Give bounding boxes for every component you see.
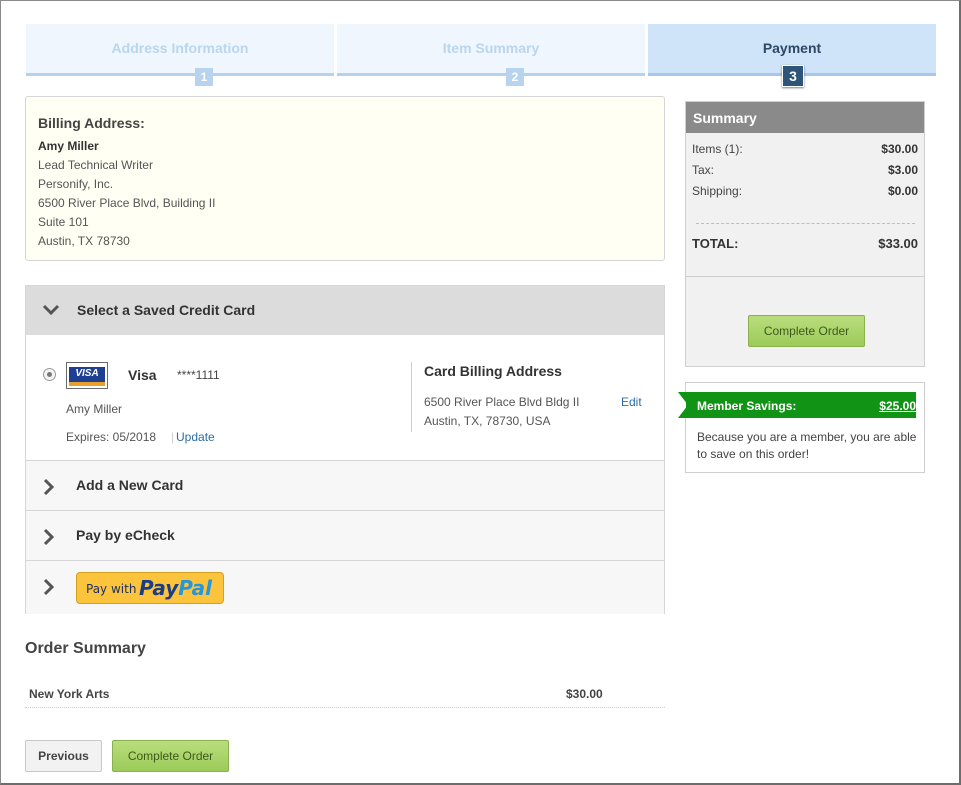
member-savings-label: Member Savings: [697,399,797,413]
step-number-2: 2 [506,68,524,86]
summary-items-label: Items (1): [692,142,743,156]
saved-card-header-label: Select a Saved Credit Card [77,302,256,318]
step-address-information[interactable]: Address Information [26,24,334,76]
saved-card-item: VISA Visa ****1111 Amy Miller Expires: 0… [26,335,664,460]
billing-line-suite: Suite 101 [38,215,89,229]
summary-dashed-divider [696,223,915,224]
paypal-logo: PayPal [139,576,212,600]
card-brand: Visa [128,367,157,383]
summary-panel: Summary Items (1): $30.00 Tax: $3.00 Shi… [685,101,925,367]
step-number-1: 1 [195,68,213,86]
paypal-logo-pay: Pay [139,576,179,600]
order-item-row: New York Arts $30.00 [25,680,665,708]
card-holder-name: Amy Miller [66,402,122,416]
paypal-prefix: Pay with [86,582,137,596]
previous-button[interactable]: Previous [25,740,102,772]
summary-tax-label: Tax: [692,163,715,177]
step-item-summary[interactable]: Item Summary [337,24,645,76]
order-item-price: $30.00 [566,687,603,701]
billing-address-heading: Billing Address: [38,115,145,131]
order-item-name: New York Arts [29,687,110,701]
pay-by-echeck-label: Pay by eCheck [76,527,175,543]
billing-line-company: Personify, Inc. [38,177,114,191]
card-billing-address-street: 6500 River Place Blvd Bldg II [424,395,580,409]
member-savings-amount[interactable]: $25.00 [879,399,916,413]
card-billing-address-title: Card Billing Address [424,363,562,379]
paypal-logo-pal: Pal [178,576,213,600]
billing-line-street: 6500 River Place Blvd, Building II [38,196,216,210]
pay-by-echeck-row[interactable]: Pay by eCheck [26,510,664,560]
card-select-radio[interactable] [43,368,56,381]
summary-complete-order-button[interactable]: Complete Order [748,315,865,347]
card-number: ****1111 [177,368,220,382]
summary-total-row: TOTAL: $33.00 [692,236,918,251]
saved-card-header[interactable]: Select a Saved Credit Card [26,286,664,335]
summary-total-label: TOTAL: [692,236,739,251]
summary-tax-value: $3.00 [887,163,918,177]
order-summary-title: Order Summary [25,640,146,657]
member-savings-box: Member Savings: $25.00 Because you are a… [678,382,925,473]
step-number-3: 3 [782,65,804,87]
add-new-card-label: Add a New Card [76,477,184,493]
pay-with-paypal-button[interactable]: Pay with PayPal [76,572,224,604]
billing-name: Amy Miller [38,139,99,153]
member-savings-text: Because you are a member, you are able t… [697,430,917,461]
paypal-row[interactable]: Pay with PayPal [26,560,664,614]
summary-title: Summary [686,102,924,133]
card-expiration: Expires: 05/2018 [66,430,157,444]
payment-methods-panel: Select a Saved Credit Card VISA Visa ***… [25,285,665,614]
summary-items-value: $30.00 [881,142,918,156]
chevron-right-icon [43,578,55,599]
billing-line-title: Lead Technical Writer [38,158,153,172]
chevron-right-icon [43,528,55,549]
visa-logo-text: VISA [69,365,105,386]
card-separator: | [171,430,175,444]
summary-shipping-row: Shipping: $0.00 [692,184,918,198]
chevron-right-icon [43,478,55,499]
billing-line-city: Austin, TX 78730 [38,234,130,248]
update-card-link[interactable]: Update [176,430,215,444]
chevron-down-icon [42,303,60,319]
member-savings-banner: Member Savings: $25.00 [686,392,916,418]
visa-card-icon: VISA [66,362,108,389]
checkout-stepper: Address Information Item Summary Payment… [26,24,936,88]
card-divider [411,362,412,432]
complete-order-button[interactable]: Complete Order [112,740,229,772]
summary-shipping-label: Shipping: [692,184,743,198]
summary-total-value: $33.00 [878,236,918,251]
card-billing-address-city: Austin, TX, 78730, USA [424,414,551,428]
summary-tax-row: Tax: $3.00 [692,163,918,177]
summary-divider [686,276,924,277]
summary-items-row: Items (1): $30.00 [692,142,918,156]
summary-shipping-value: $0.00 [887,184,918,198]
add-new-card-row[interactable]: Add a New Card [26,460,664,510]
edit-card-address-link[interactable]: Edit [621,395,642,409]
billing-address-box: Billing Address: Amy Miller Lead Technic… [25,96,665,261]
